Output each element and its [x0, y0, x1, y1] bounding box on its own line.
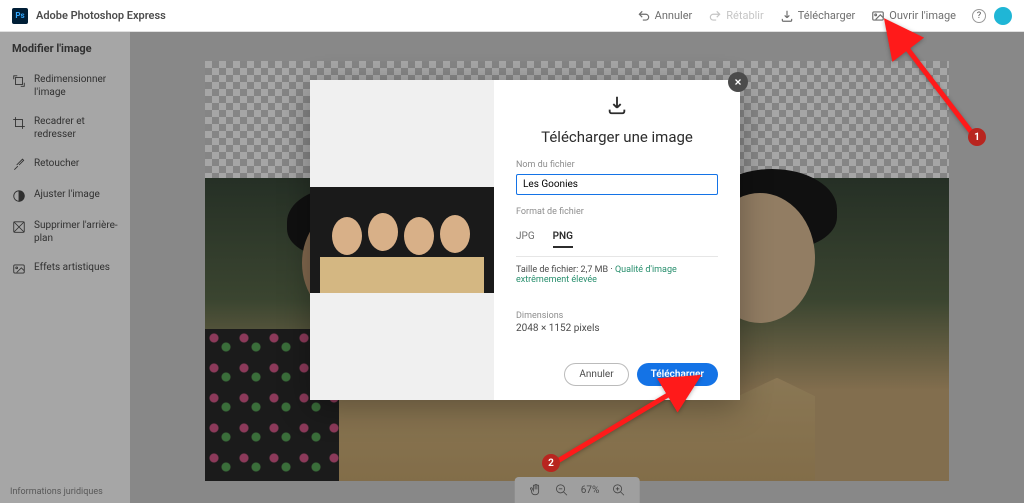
- filename-label: Nom du fichier: [516, 160, 718, 170]
- annotation-arrow-1: [872, 18, 982, 142]
- undo-button[interactable]: Annuler: [629, 5, 701, 27]
- top-bar: Ps Adobe Photoshop Express Annuler Rétab…: [0, 0, 1024, 32]
- redo-icon: [708, 9, 722, 23]
- app-title: Adobe Photoshop Express: [36, 9, 166, 22]
- redo-button[interactable]: Rétablir: [700, 5, 771, 27]
- close-icon: [733, 77, 743, 87]
- dimensions-value: 2048 × 1152 pixels: [516, 323, 718, 334]
- close-button[interactable]: [728, 72, 748, 92]
- tab-jpg[interactable]: JPG: [516, 227, 535, 248]
- tab-png[interactable]: PNG: [553, 227, 573, 248]
- filename-input[interactable]: [516, 174, 718, 195]
- modal-title: Télécharger une image: [516, 128, 718, 146]
- callout-1: 1: [968, 128, 986, 146]
- format-tabs: JPG PNG: [516, 227, 718, 248]
- user-avatar[interactable]: [994, 7, 1012, 25]
- modal-preview: [310, 80, 494, 400]
- download-button[interactable]: Télécharger: [772, 5, 864, 27]
- filesize-info: Taille de fichier: 2,7 MB · Qualité d'im…: [516, 265, 718, 285]
- download-modal: Télécharger une image Nom du fichier For…: [310, 80, 740, 400]
- download-icon: [606, 94, 628, 120]
- callout-2: 2: [542, 454, 560, 472]
- annotation-arrow-2: [548, 372, 708, 476]
- download-icon: [780, 9, 794, 23]
- dimensions-label: Dimensions: [516, 311, 718, 321]
- format-label: Format de fichier: [516, 207, 718, 217]
- app-logo: Ps: [12, 8, 28, 24]
- undo-icon: [637, 9, 651, 23]
